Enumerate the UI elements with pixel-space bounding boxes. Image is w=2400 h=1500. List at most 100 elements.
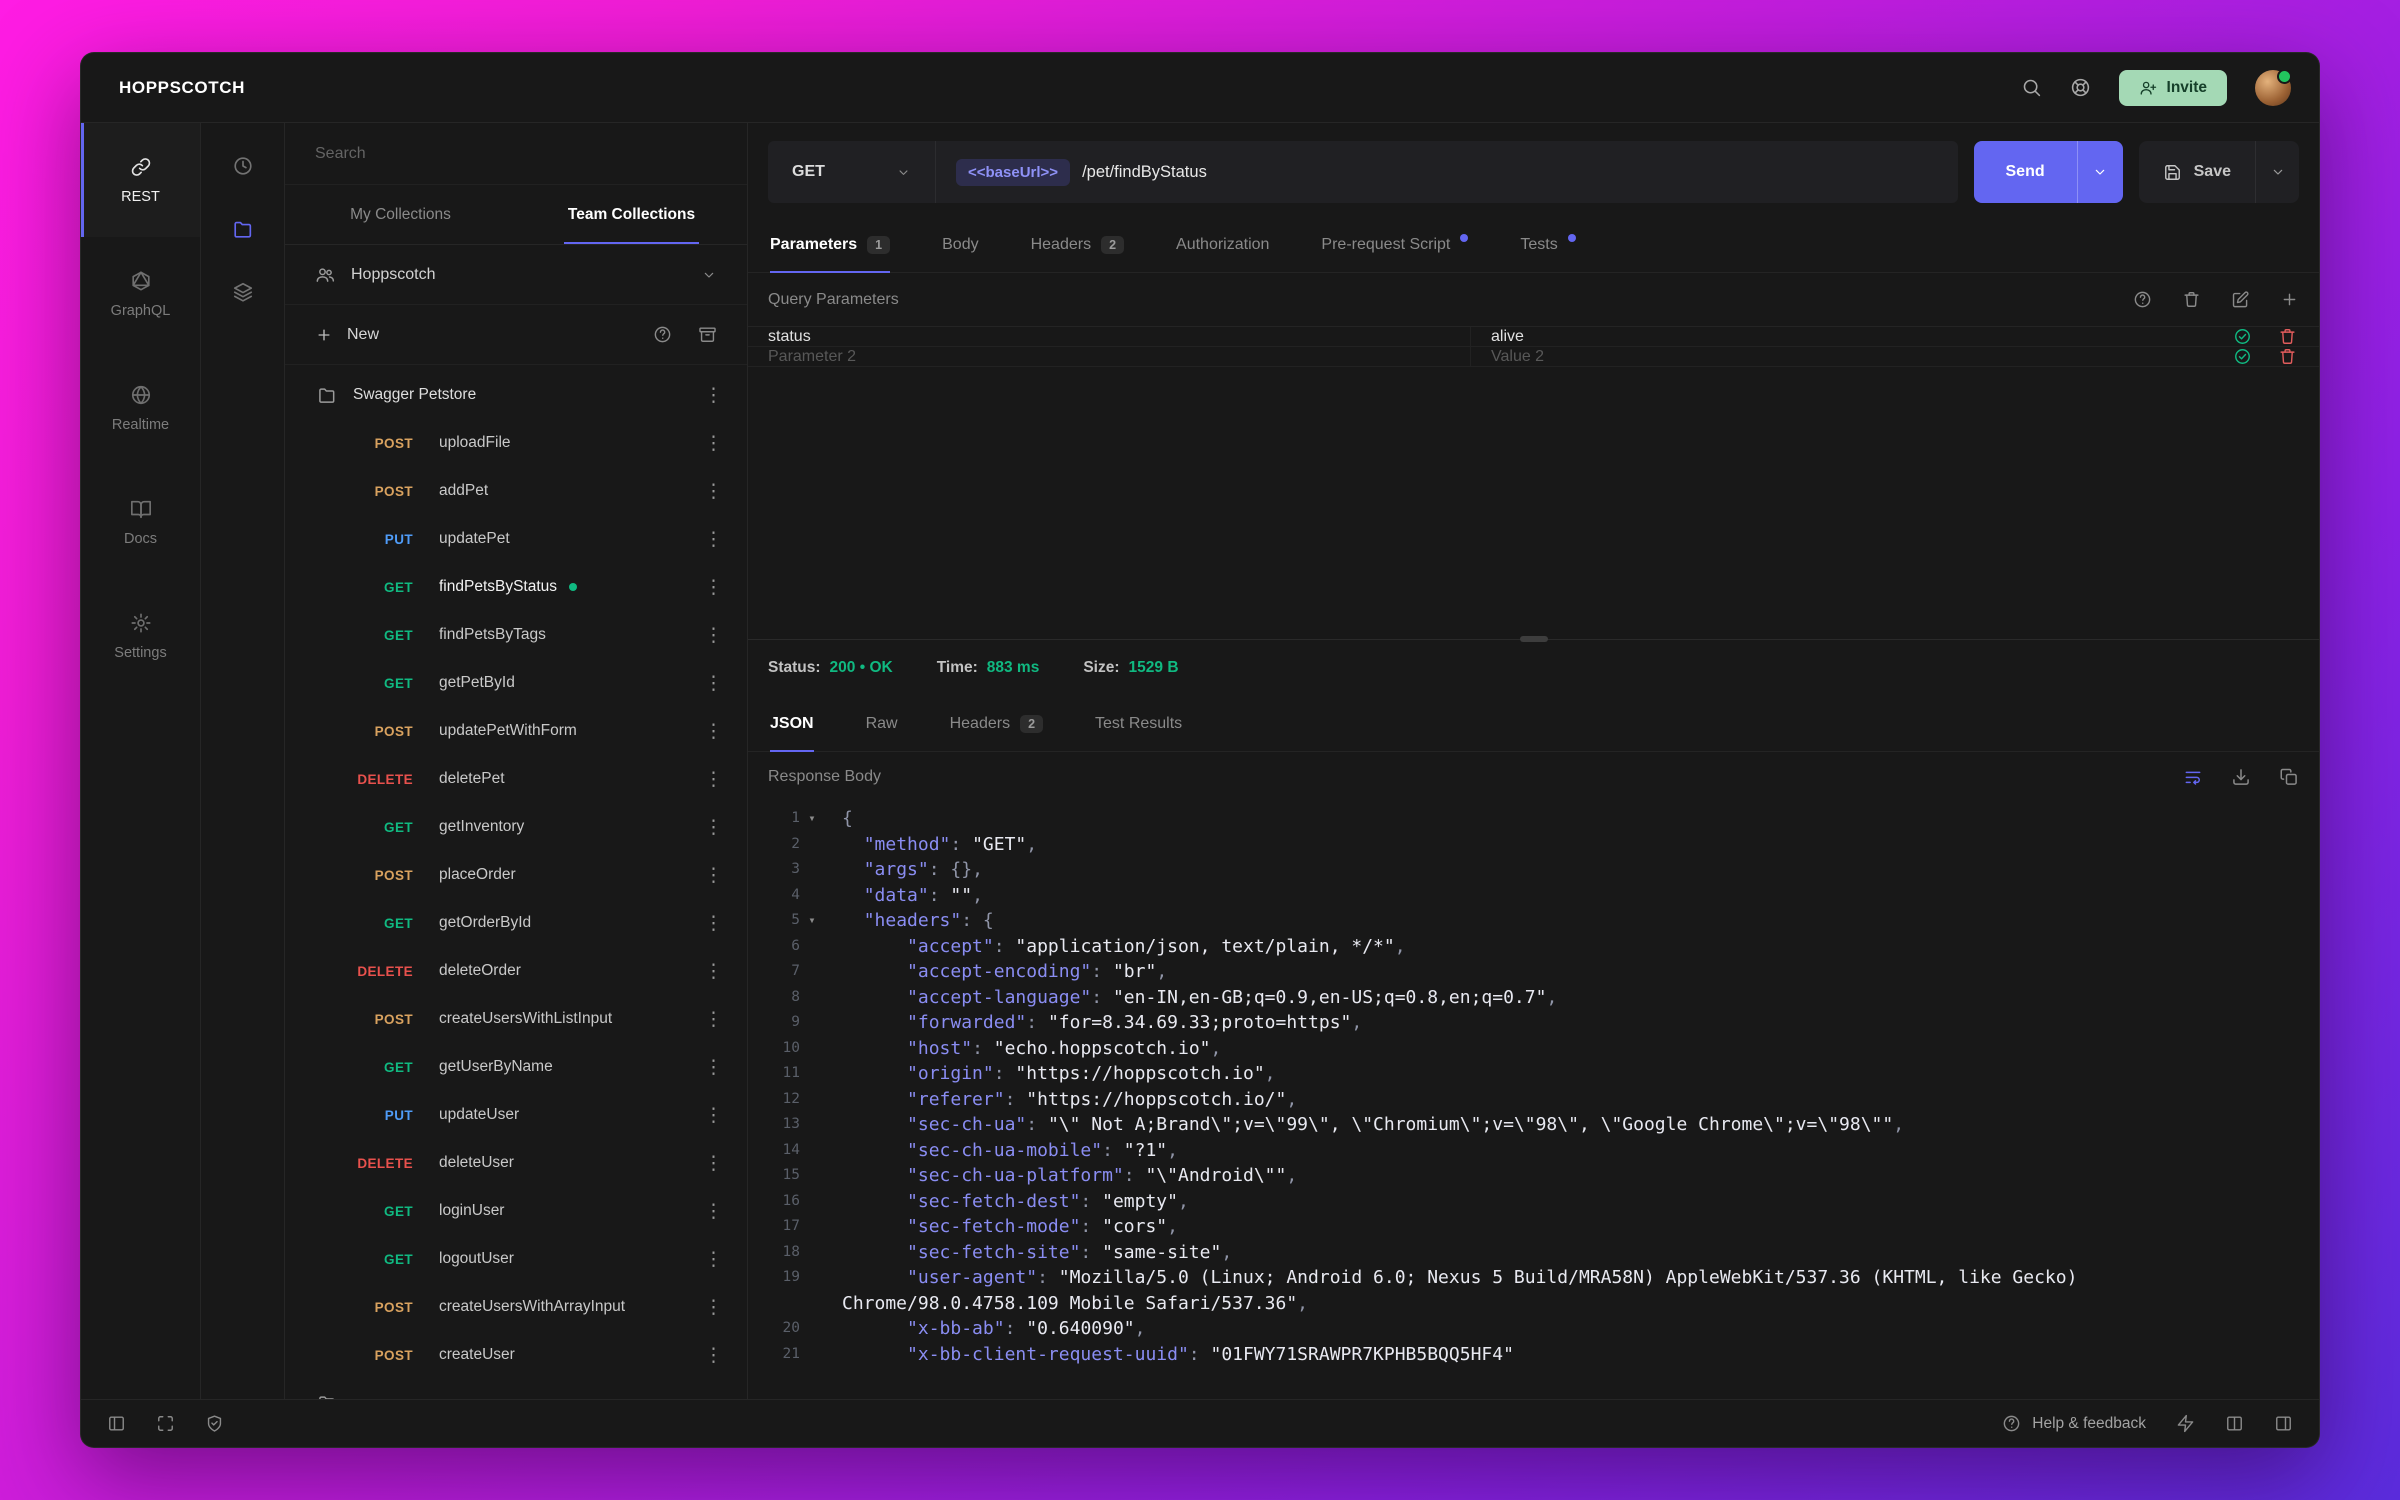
request-item[interactable]: GET getInventory ⋮ — [285, 803, 747, 851]
collection-folder[interactable]: Swagger Petstore ⋮ — [285, 371, 747, 419]
fold-arrow-icon[interactable]: ▾ — [800, 806, 824, 832]
support-icon[interactable] — [2070, 77, 2091, 98]
save-options-chevron-icon[interactable] — [2255, 141, 2299, 203]
request-item[interactable]: POST createUsersWithArrayInput ⋮ — [285, 1283, 747, 1331]
request-item[interactable]: DELETE deletePet ⋮ — [285, 755, 747, 803]
more-options-icon[interactable]: ⋮ — [704, 674, 723, 693]
nav-item-rest[interactable]: REST — [81, 123, 200, 237]
request-item[interactable]: POST uploadFile ⋮ — [285, 419, 747, 467]
request-item[interactable]: GET getPetById ⋮ — [285, 659, 747, 707]
more-options-icon[interactable]: ⋮ — [704, 722, 723, 741]
panel-right-icon[interactable] — [2274, 1414, 2293, 1433]
more-options-icon[interactable]: ⋮ — [704, 770, 723, 789]
url-input[interactable]: <<baseUrl>> /pet/findByStatus — [936, 158, 1958, 186]
pane-resize-handle[interactable] — [1519, 636, 1548, 642]
more-options-icon[interactable]: ⋮ — [704, 962, 723, 981]
request-item[interactable]: POST updatePetWithForm ⋮ — [285, 707, 747, 755]
send-button[interactable]: Send — [1973, 141, 2123, 203]
request-item[interactable]: POST placeOrder ⋮ — [285, 851, 747, 899]
search-icon[interactable] — [2021, 77, 2042, 98]
collections-tab-team-collections[interactable]: Team Collections — [516, 185, 747, 244]
more-options-icon[interactable]: ⋮ — [704, 1010, 723, 1029]
collection-folder-partial[interactable] — [285, 1379, 747, 1399]
more-options-icon[interactable]: ⋮ — [704, 386, 723, 405]
param-value-input[interactable]: alive — [1471, 327, 2193, 346]
method-select[interactable]: GET — [768, 141, 936, 203]
archive-icon[interactable] — [698, 325, 717, 344]
environments-layers-button[interactable] — [232, 281, 254, 308]
trash-icon[interactable] — [2278, 327, 2297, 346]
tab-headers[interactable]: Headers 2 — [1031, 217, 1125, 272]
invite-button[interactable]: Invite — [2118, 69, 2227, 106]
zap-icon[interactable] — [2176, 1414, 2195, 1433]
tab-tests[interactable]: Tests — [1520, 217, 1576, 272]
request-item[interactable]: PUT updatePet ⋮ — [285, 515, 747, 563]
response-tab-json[interactable]: JSON — [770, 696, 814, 752]
collections-tab-my-collections[interactable]: My Collections — [285, 185, 516, 244]
response-tab-headers[interactable]: Headers 2 — [950, 696, 1044, 751]
more-options-icon[interactable]: ⋮ — [704, 530, 723, 549]
param-value-input[interactable]: Value 2 — [1471, 347, 2193, 366]
request-item[interactable]: PUT updateUser ⋮ — [285, 1091, 747, 1139]
more-options-icon[interactable]: ⋮ — [704, 818, 723, 837]
request-item[interactable]: POST addPet ⋮ — [285, 467, 747, 515]
save-button[interactable]: Save — [2138, 141, 2299, 203]
more-options-icon[interactable]: ⋮ — [704, 1346, 723, 1365]
copy-icon[interactable] — [2279, 767, 2299, 787]
add-icon[interactable] — [2280, 290, 2299, 309]
plus-icon[interactable] — [315, 326, 333, 344]
more-options-icon[interactable]: ⋮ — [704, 1106, 723, 1125]
base-url-chip[interactable]: <<baseUrl>> — [956, 158, 1071, 186]
send-label[interactable]: Send — [1974, 141, 2077, 203]
check-circle-icon[interactable] — [2233, 327, 2252, 346]
request-item[interactable]: DELETE deleteUser ⋮ — [285, 1139, 747, 1187]
more-options-icon[interactable]: ⋮ — [704, 1058, 723, 1077]
team-selector[interactable]: Hoppscotch — [285, 245, 747, 305]
panel-left-icon[interactable] — [107, 1414, 126, 1433]
columns-icon[interactable] — [2225, 1414, 2244, 1433]
more-options-icon[interactable]: ⋮ — [704, 1154, 723, 1173]
more-options-icon[interactable]: ⋮ — [704, 1202, 723, 1221]
help-icon[interactable] — [2133, 290, 2152, 309]
tab-pre-request-script[interactable]: Pre-request Script — [1321, 217, 1469, 272]
param-key-input[interactable]: Parameter 2 — [748, 347, 1471, 366]
response-tab-raw[interactable]: Raw — [866, 696, 898, 751]
response-tab-test-results[interactable]: Test Results — [1095, 696, 1182, 751]
nav-item-graphql[interactable]: GraphQL — [81, 237, 200, 351]
request-item[interactable]: POST createUser ⋮ — [285, 1331, 747, 1379]
request-item[interactable]: GET getUserByName ⋮ — [285, 1043, 747, 1091]
request-item[interactable]: GET findPetsByTags ⋮ — [285, 611, 747, 659]
more-options-icon[interactable]: ⋮ — [704, 626, 723, 645]
fold-arrow-icon[interactable]: ▾ — [800, 908, 824, 934]
tab-parameters[interactable]: Parameters 1 — [770, 217, 891, 273]
new-collection-label[interactable]: New — [347, 326, 379, 344]
more-options-icon[interactable]: ⋮ — [704, 1298, 723, 1317]
nav-item-settings[interactable]: Settings — [81, 579, 200, 693]
edit-icon[interactable] — [2231, 290, 2250, 309]
expand-icon[interactable] — [156, 1414, 175, 1433]
response-body-editor[interactable]: 1 ▾{2 "method": "GET", 3 "args": {}, 4 "dat… — [748, 802, 2319, 1399]
check-circle-icon[interactable] — [2233, 347, 2252, 366]
tab-authorization[interactable]: Authorization — [1176, 217, 1269, 272]
request-item[interactable]: GET loginUser ⋮ — [285, 1187, 747, 1235]
more-options-icon[interactable]: ⋮ — [704, 434, 723, 453]
nav-item-docs[interactable]: Docs — [81, 465, 200, 579]
more-options-icon[interactable]: ⋮ — [704, 578, 723, 597]
request-item[interactable]: GET logoutUser ⋮ — [285, 1235, 747, 1283]
download-icon[interactable] — [2231, 767, 2251, 787]
help-feedback-button[interactable]: Help & feedback — [2002, 1414, 2146, 1433]
trash-icon[interactable] — [2182, 290, 2201, 309]
search-input[interactable] — [315, 144, 717, 163]
more-options-icon[interactable]: ⋮ — [704, 866, 723, 885]
request-item[interactable]: POST createUsersWithListInput ⋮ — [285, 995, 747, 1043]
more-options-icon[interactable]: ⋮ — [704, 482, 723, 501]
avatar[interactable] — [2255, 68, 2292, 106]
help-icon[interactable] — [653, 325, 672, 344]
shield-check-icon[interactable] — [205, 1414, 224, 1433]
more-options-icon[interactable]: ⋮ — [704, 914, 723, 933]
request-item[interactable]: GET getOrderById ⋮ — [285, 899, 747, 947]
nav-item-realtime[interactable]: Realtime — [81, 351, 200, 465]
history-button[interactable] — [232, 155, 254, 182]
more-options-icon[interactable]: ⋮ — [704, 1250, 723, 1269]
send-options-chevron-icon[interactable] — [2076, 141, 2123, 203]
